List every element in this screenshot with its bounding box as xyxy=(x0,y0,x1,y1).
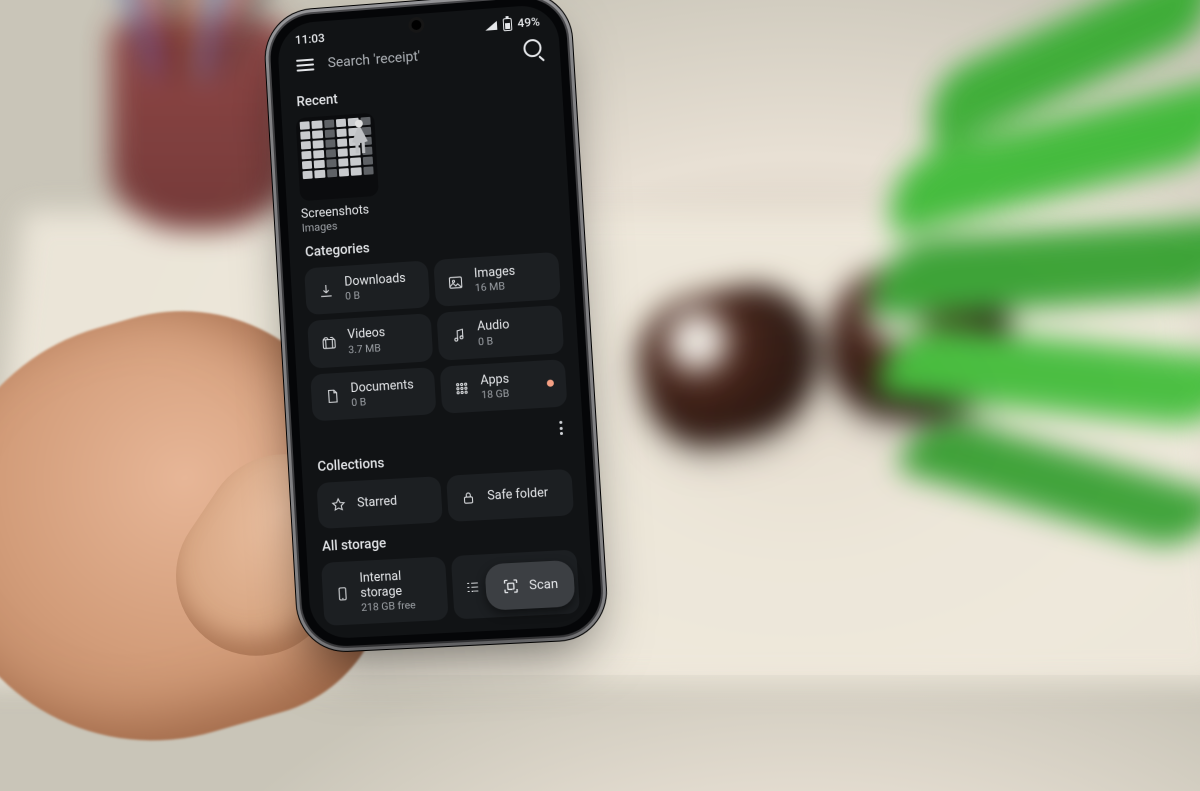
scan-fab[interactable]: Scan xyxy=(485,560,576,611)
section-storage: All storage xyxy=(322,525,574,554)
download-icon xyxy=(317,282,336,299)
scan-icon xyxy=(501,577,520,596)
notification-dot xyxy=(547,380,554,387)
category-documents[interactable]: Documents0 B xyxy=(310,367,436,422)
recent-thumbnail xyxy=(296,113,379,202)
category-audio[interactable]: Audio0 B xyxy=(436,305,564,360)
category-videos[interactable]: Videos3.7 MB xyxy=(307,314,433,369)
clock: 11:03 xyxy=(295,31,326,47)
collection-starred[interactable]: Starred xyxy=(316,476,442,529)
search-input[interactable]: Search 'receipt' xyxy=(327,42,510,71)
scan-label: Scan xyxy=(529,576,559,593)
section-recent: Recent xyxy=(296,76,546,110)
storage-internal[interactable]: Internal storage218 GB free xyxy=(321,557,449,627)
app-screen: 11:03 49% Search 'receipt' Recent xyxy=(276,3,595,639)
phone-storage-icon xyxy=(334,584,351,603)
menu-icon[interactable] xyxy=(296,59,314,72)
category-downloads[interactable]: Downloads0 B xyxy=(304,260,430,315)
image-icon xyxy=(446,274,465,291)
category-apps[interactable]: Apps18 GB xyxy=(440,359,568,414)
phone-frame: 11:03 49% Search 'receipt' Recent xyxy=(268,0,603,648)
apps-icon xyxy=(452,380,471,397)
recent-item[interactable]: Screenshots Images xyxy=(296,113,381,235)
battery-percent: 49% xyxy=(517,15,540,31)
audio-icon xyxy=(449,327,468,344)
search-icon[interactable] xyxy=(523,39,542,58)
category-images[interactable]: Images16 MB xyxy=(433,252,561,307)
lock-icon xyxy=(459,489,478,506)
video-icon xyxy=(320,335,339,352)
document-icon xyxy=(323,388,342,405)
signal-icon xyxy=(484,20,496,30)
more-icon xyxy=(559,421,563,435)
list-icon xyxy=(464,578,481,595)
star-icon xyxy=(329,497,348,514)
collection-safe-folder[interactable]: Safe folder xyxy=(446,469,574,522)
battery-icon xyxy=(502,17,512,31)
